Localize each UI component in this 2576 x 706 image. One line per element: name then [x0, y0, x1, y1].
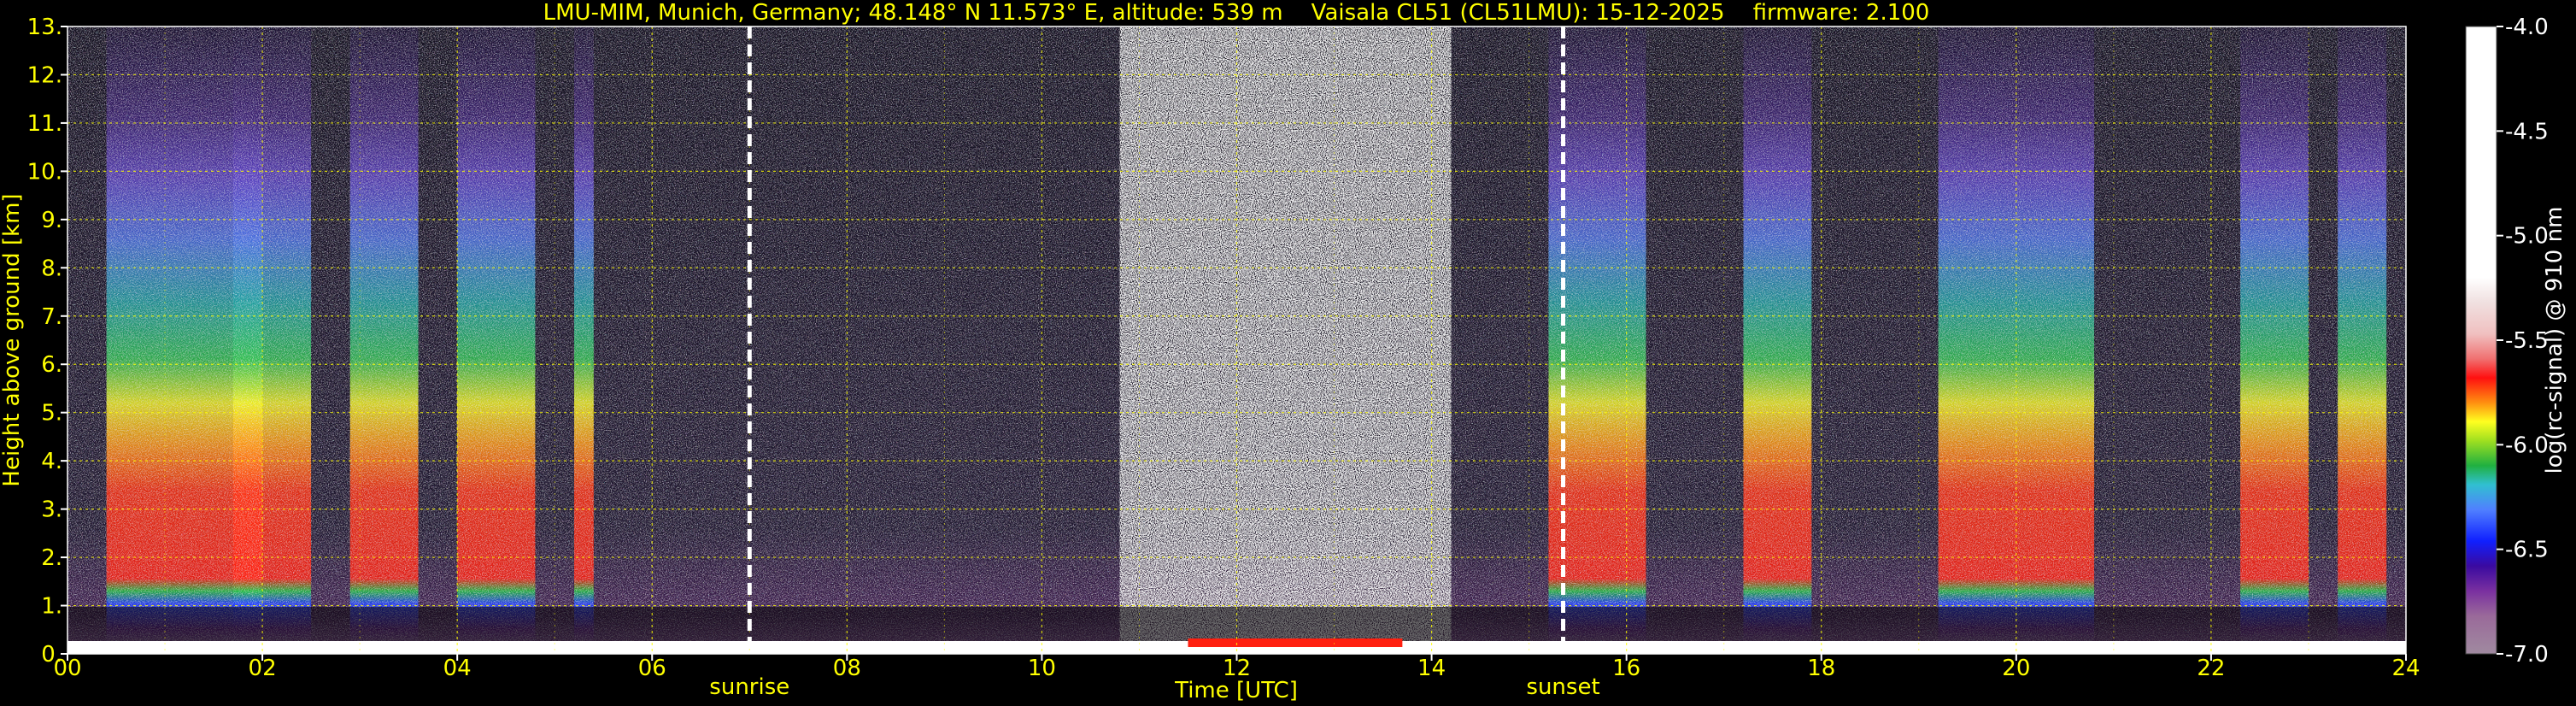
y-tick-label: 4.	[41, 449, 62, 474]
sunrise-label: sunrise	[709, 674, 789, 700]
x-tick-label: 22	[2197, 656, 2225, 681]
x-tick-label: 04	[443, 656, 472, 681]
y-tick-label: 1.	[41, 594, 62, 620]
y-axis-ticks: 0. 1. 2. 3. 4. 5. 6. 7. 8. 9. 10. 11. 12. 13.	[27, 15, 67, 668]
x-tick-label: 06	[638, 656, 666, 681]
x-tick-label: 20	[2002, 656, 2030, 681]
colorbar-tick-label: -4.5	[2505, 119, 2549, 144]
sunset-label: sunset	[1526, 674, 1599, 700]
y-tick-label: 10.	[27, 159, 62, 185]
y-tick-label: 7.	[41, 304, 62, 330]
x-tick-label: 16	[1612, 656, 1640, 681]
x-axis-label: Time [UTC]	[1174, 678, 1298, 703]
y-tick-label: 5.	[41, 401, 62, 427]
y-tick-label: 0.	[41, 642, 62, 668]
y-tick-label: 11.	[27, 111, 62, 137]
y-tick-label: 2.	[41, 545, 62, 571]
y-tick-label: 8.	[41, 256, 62, 281]
ground-red-patch	[1188, 638, 1403, 647]
y-tick-label: 12.	[27, 62, 62, 88]
x-tick-label: 24	[2391, 656, 2420, 681]
y-tick-label: 3.	[41, 497, 62, 523]
colorbar-ticks: -4.0-4.5-5.0-5.5-6.0-6.5-7.0	[2497, 15, 2549, 668]
x-tick-label: 18	[1807, 656, 1835, 681]
y-tick-label: 9.	[41, 208, 62, 233]
ceilometer-figure: 00 02 04 06 08 10 12 14 16 18 20 22 24 0.1.2.3.4.5.6…	[0, 0, 2567, 703]
overlap-band	[67, 607, 2406, 641]
x-tick-label: 08	[833, 656, 861, 681]
x-tick-label: 14	[1417, 656, 1446, 681]
colorbar	[2465, 26, 2497, 655]
colorbar-tick-label: -4.0	[2505, 15, 2549, 40]
y-tick-label: 6.	[41, 352, 62, 378]
x-tick-label: 02	[249, 656, 277, 681]
y-tick-label: 13.	[27, 15, 62, 40]
colorbar-tick-label: -7.0	[2505, 642, 2549, 668]
colorbar-tick-label: -6.5	[2505, 538, 2549, 563]
y-axis-label: Height above ground [km]	[0, 193, 25, 486]
chart-title: LMU-MIM, Munich, Germany; 48.148° N 11.5…	[543, 0, 1930, 26]
colorbar-label: log(rc-signal) @ 910 nm	[2542, 207, 2567, 474]
x-tick-label: 10	[1028, 656, 1056, 681]
